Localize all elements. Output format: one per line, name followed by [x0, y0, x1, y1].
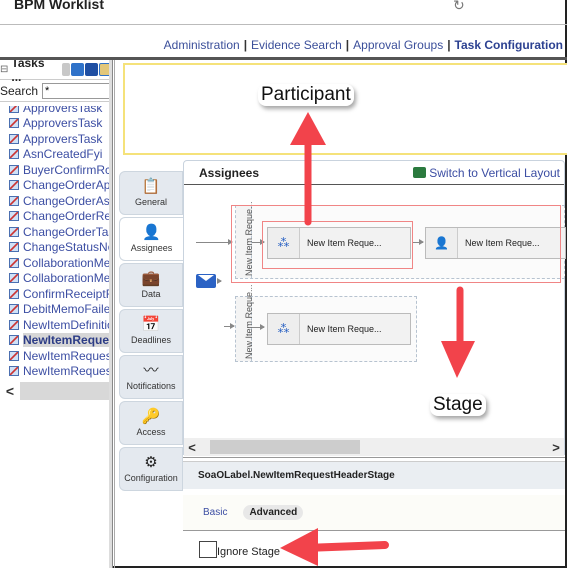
stage-arrow — [441, 286, 475, 378]
participant-annotation: Participant — [258, 84, 354, 106]
scroll-right-icon[interactable]: > — [548, 440, 564, 455]
participant-arrow — [290, 112, 326, 226]
stage-annotation: Stage — [430, 394, 486, 416]
scroll-left-icon[interactable]: < — [184, 440, 200, 455]
screen: BPM Worklist ↻ Administration | Evidence S… — [0, 0, 567, 568]
ignore-stage-arrow — [280, 528, 389, 566]
